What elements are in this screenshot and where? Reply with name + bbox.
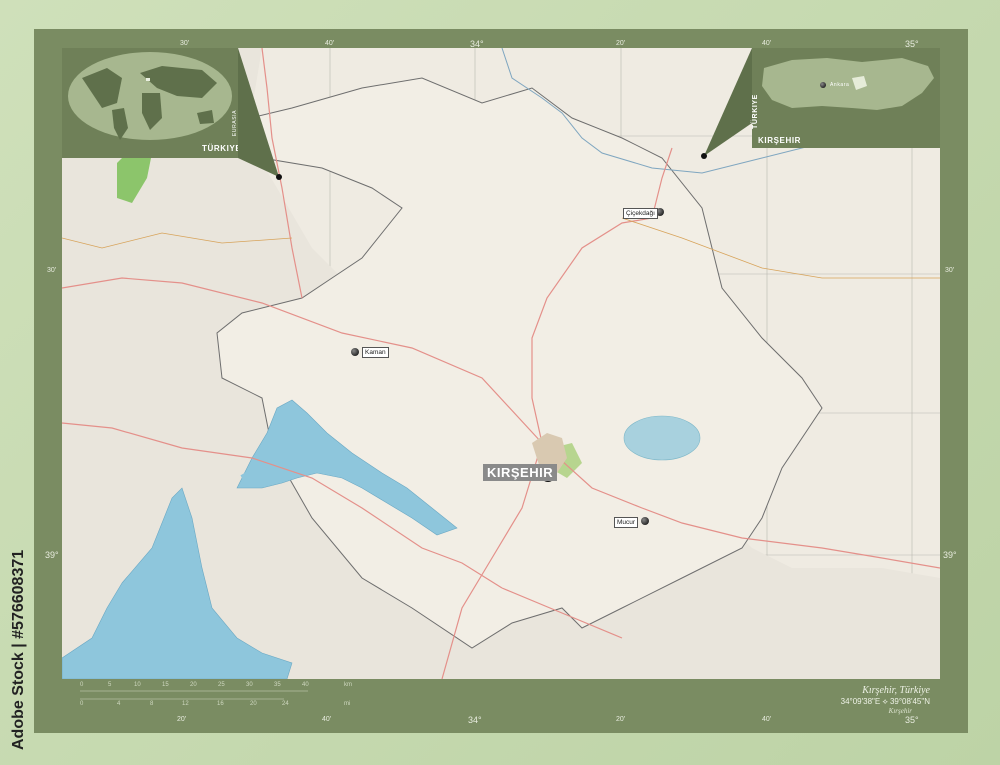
scale-mi-0: 0 — [80, 701, 84, 707]
footer-coordinates: 34°09'38"E ⟡ 39°08'45"N — [840, 697, 930, 706]
country-inset-label: TÜRKIYE — [751, 94, 759, 129]
tick-right-0: 30' — [945, 267, 955, 274]
tick-bottom-0: 20' — [177, 716, 187, 723]
scale-mi-3: 12 — [182, 701, 189, 707]
capital-label: Ankara — [830, 82, 850, 88]
world-globe — [68, 52, 232, 140]
scale-mi-6: 24 — [282, 701, 289, 707]
city-mucur-label: Mucur — [614, 517, 639, 528]
country-inset: Ankara TÜRKIYE KIRŞEHIR — [752, 48, 940, 148]
tick-bottom-1: 40' — [322, 716, 332, 723]
city-mucur-marker[interactable] — [641, 517, 649, 525]
scale-unit-mi: mi — [344, 701, 351, 707]
map-page: Kaman Çiçekdağı Mucur KIRŞEHIR 30' 40' 3… — [0, 0, 1000, 765]
watermark-text: Adobe Stock | #576608371 — [10, 549, 27, 750]
scale-km-6: 30 — [246, 682, 253, 688]
scale-mi-2: 8 — [150, 701, 154, 707]
scale-km-4: 20 — [190, 682, 197, 688]
tick-left-1: 39° — [45, 550, 59, 560]
scale-km-5: 25 — [218, 682, 225, 688]
city-cicekdagi-label: Çiçekdağı — [623, 208, 658, 219]
tick-top-0: 30' — [180, 40, 190, 47]
watermark: Adobe Stock | #576608371 — [10, 530, 32, 750]
city-kirsehir-label: KIRŞEHIR — [483, 464, 558, 481]
tick-bottom-3: 20' — [616, 716, 626, 723]
scale-mi-5: 20 — [250, 701, 257, 707]
tick-right-1: 39° — [943, 550, 957, 560]
scale-km-2: 10 — [134, 682, 141, 688]
scale-mi-1: 4 — [117, 701, 121, 707]
map-footer: 0 5 10 15 20 25 30 35 40 km 0 4 8 12 16 … — [62, 679, 940, 715]
scale-km-8: 40 — [302, 682, 309, 688]
tick-top-1: 40' — [325, 40, 335, 47]
tick-top-2: 34° — [470, 39, 484, 49]
region-inset-label: KIRŞEHIR — [758, 136, 802, 145]
country-map — [762, 58, 934, 110]
footer-place: Kırşehir, Türkiye — [862, 685, 930, 696]
scale-mi-4: 16 — [217, 701, 224, 707]
capital-marker — [820, 82, 826, 88]
footer-region: Kırşehir — [888, 707, 912, 715]
tick-bottom-5: 35° — [905, 715, 919, 725]
tick-bottom-4: 40' — [762, 716, 772, 723]
scale-km-3: 15 — [162, 682, 169, 688]
scale-km-1: 5 — [108, 682, 112, 688]
scale-unit-km: km — [344, 682, 352, 688]
world-inset: TÜRKIYE EURASIA — [62, 48, 242, 158]
tick-top-3: 20' — [616, 40, 626, 47]
city-kaman-marker[interactable] — [351, 348, 359, 356]
scale-km-0: 0 — [80, 682, 84, 688]
city-kaman-label: Kaman — [362, 347, 389, 358]
tick-bottom-2: 34° — [468, 715, 482, 725]
world-inset-label: TÜRKIYE — [202, 144, 242, 153]
tick-top-4: 40' — [762, 40, 772, 47]
world-inset-side-label: EURASIA — [232, 109, 239, 137]
scale-km-7: 35 — [274, 682, 281, 688]
tick-left-0: 30' — [47, 267, 57, 274]
